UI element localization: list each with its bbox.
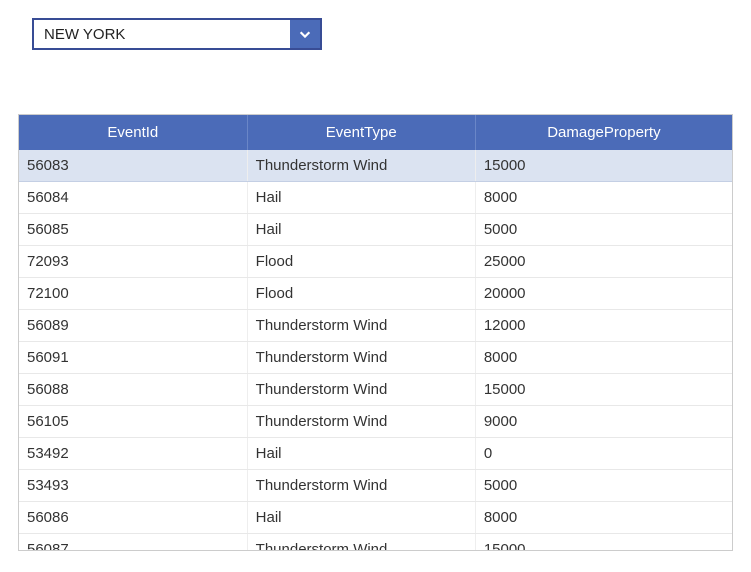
cell-eventid: 72100 xyxy=(19,278,247,310)
cell-damage: 25000 xyxy=(475,246,732,278)
cell-eventid: 56089 xyxy=(19,310,247,342)
cell-damage: 8000 xyxy=(475,342,732,374)
cell-eventid: 56083 xyxy=(19,150,247,182)
cell-eventid: 56091 xyxy=(19,342,247,374)
cell-eventtype: Thunderstorm Wind xyxy=(247,534,475,552)
cell-damage: 9000 xyxy=(475,406,732,438)
table-row[interactable]: 72100Flood20000 xyxy=(19,278,732,310)
cell-damage: 15000 xyxy=(475,534,732,552)
dropdown-selected-value: NEW YORK xyxy=(34,20,290,48)
table-row[interactable]: 56086Hail8000 xyxy=(19,502,732,534)
cell-eventid: 56084 xyxy=(19,182,247,214)
table-row[interactable]: 56089Thunderstorm Wind12000 xyxy=(19,310,732,342)
cell-eventtype: Thunderstorm Wind xyxy=(247,310,475,342)
cell-damage: 15000 xyxy=(475,374,732,406)
column-header-damage[interactable]: DamageProperty xyxy=(475,115,732,150)
cell-damage: 8000 xyxy=(475,182,732,214)
cell-eventtype: Flood xyxy=(247,246,475,278)
cell-eventtype: Hail xyxy=(247,502,475,534)
table-row[interactable]: 56084Hail8000 xyxy=(19,182,732,214)
cell-eventtype: Hail xyxy=(247,214,475,246)
cell-damage: 8000 xyxy=(475,502,732,534)
cell-eventtype: Thunderstorm Wind xyxy=(247,374,475,406)
cell-eventid: 53492 xyxy=(19,438,247,470)
table-row[interactable]: 56083Thunderstorm Wind15000 xyxy=(19,150,732,182)
table-row[interactable]: 56087Thunderstorm Wind15000 xyxy=(19,534,732,552)
table-row[interactable]: 53493Thunderstorm Wind5000 xyxy=(19,470,732,502)
cell-eventtype: Thunderstorm Wind xyxy=(247,150,475,182)
table-row[interactable]: 53492Hail0 xyxy=(19,438,732,470)
cell-eventtype: Hail xyxy=(247,438,475,470)
column-header-eventid[interactable]: EventId xyxy=(19,115,247,150)
table-row[interactable]: 56085Hail5000 xyxy=(19,214,732,246)
state-dropdown[interactable]: NEW YORK xyxy=(32,18,322,50)
cell-eventtype: Thunderstorm Wind xyxy=(247,470,475,502)
cell-damage: 5000 xyxy=(475,214,732,246)
cell-eventtype: Thunderstorm Wind xyxy=(247,342,475,374)
chevron-down-icon xyxy=(290,20,320,48)
cell-eventid: 72093 xyxy=(19,246,247,278)
column-header-eventtype[interactable]: EventType xyxy=(247,115,475,150)
cell-eventid: 56087 xyxy=(19,534,247,552)
cell-eventtype: Thunderstorm Wind xyxy=(247,406,475,438)
cell-damage: 12000 xyxy=(475,310,732,342)
events-table-container: EventId EventType DamageProperty 56083Th… xyxy=(18,114,733,551)
cell-eventid: 56105 xyxy=(19,406,247,438)
table-row[interactable]: 56088Thunderstorm Wind15000 xyxy=(19,374,732,406)
cell-eventid: 53493 xyxy=(19,470,247,502)
table-row[interactable]: 56105Thunderstorm Wind9000 xyxy=(19,406,732,438)
cell-eventid: 56086 xyxy=(19,502,247,534)
cell-damage: 5000 xyxy=(475,470,732,502)
cell-eventtype: Hail xyxy=(247,182,475,214)
events-table: EventId EventType DamageProperty 56083Th… xyxy=(19,115,732,551)
cell-eventid: 56088 xyxy=(19,374,247,406)
cell-damage: 0 xyxy=(475,438,732,470)
cell-damage: 20000 xyxy=(475,278,732,310)
cell-eventtype: Flood xyxy=(247,278,475,310)
cell-eventid: 56085 xyxy=(19,214,247,246)
cell-damage: 15000 xyxy=(475,150,732,182)
table-row[interactable]: 72093Flood25000 xyxy=(19,246,732,278)
table-row[interactable]: 56091Thunderstorm Wind8000 xyxy=(19,342,732,374)
